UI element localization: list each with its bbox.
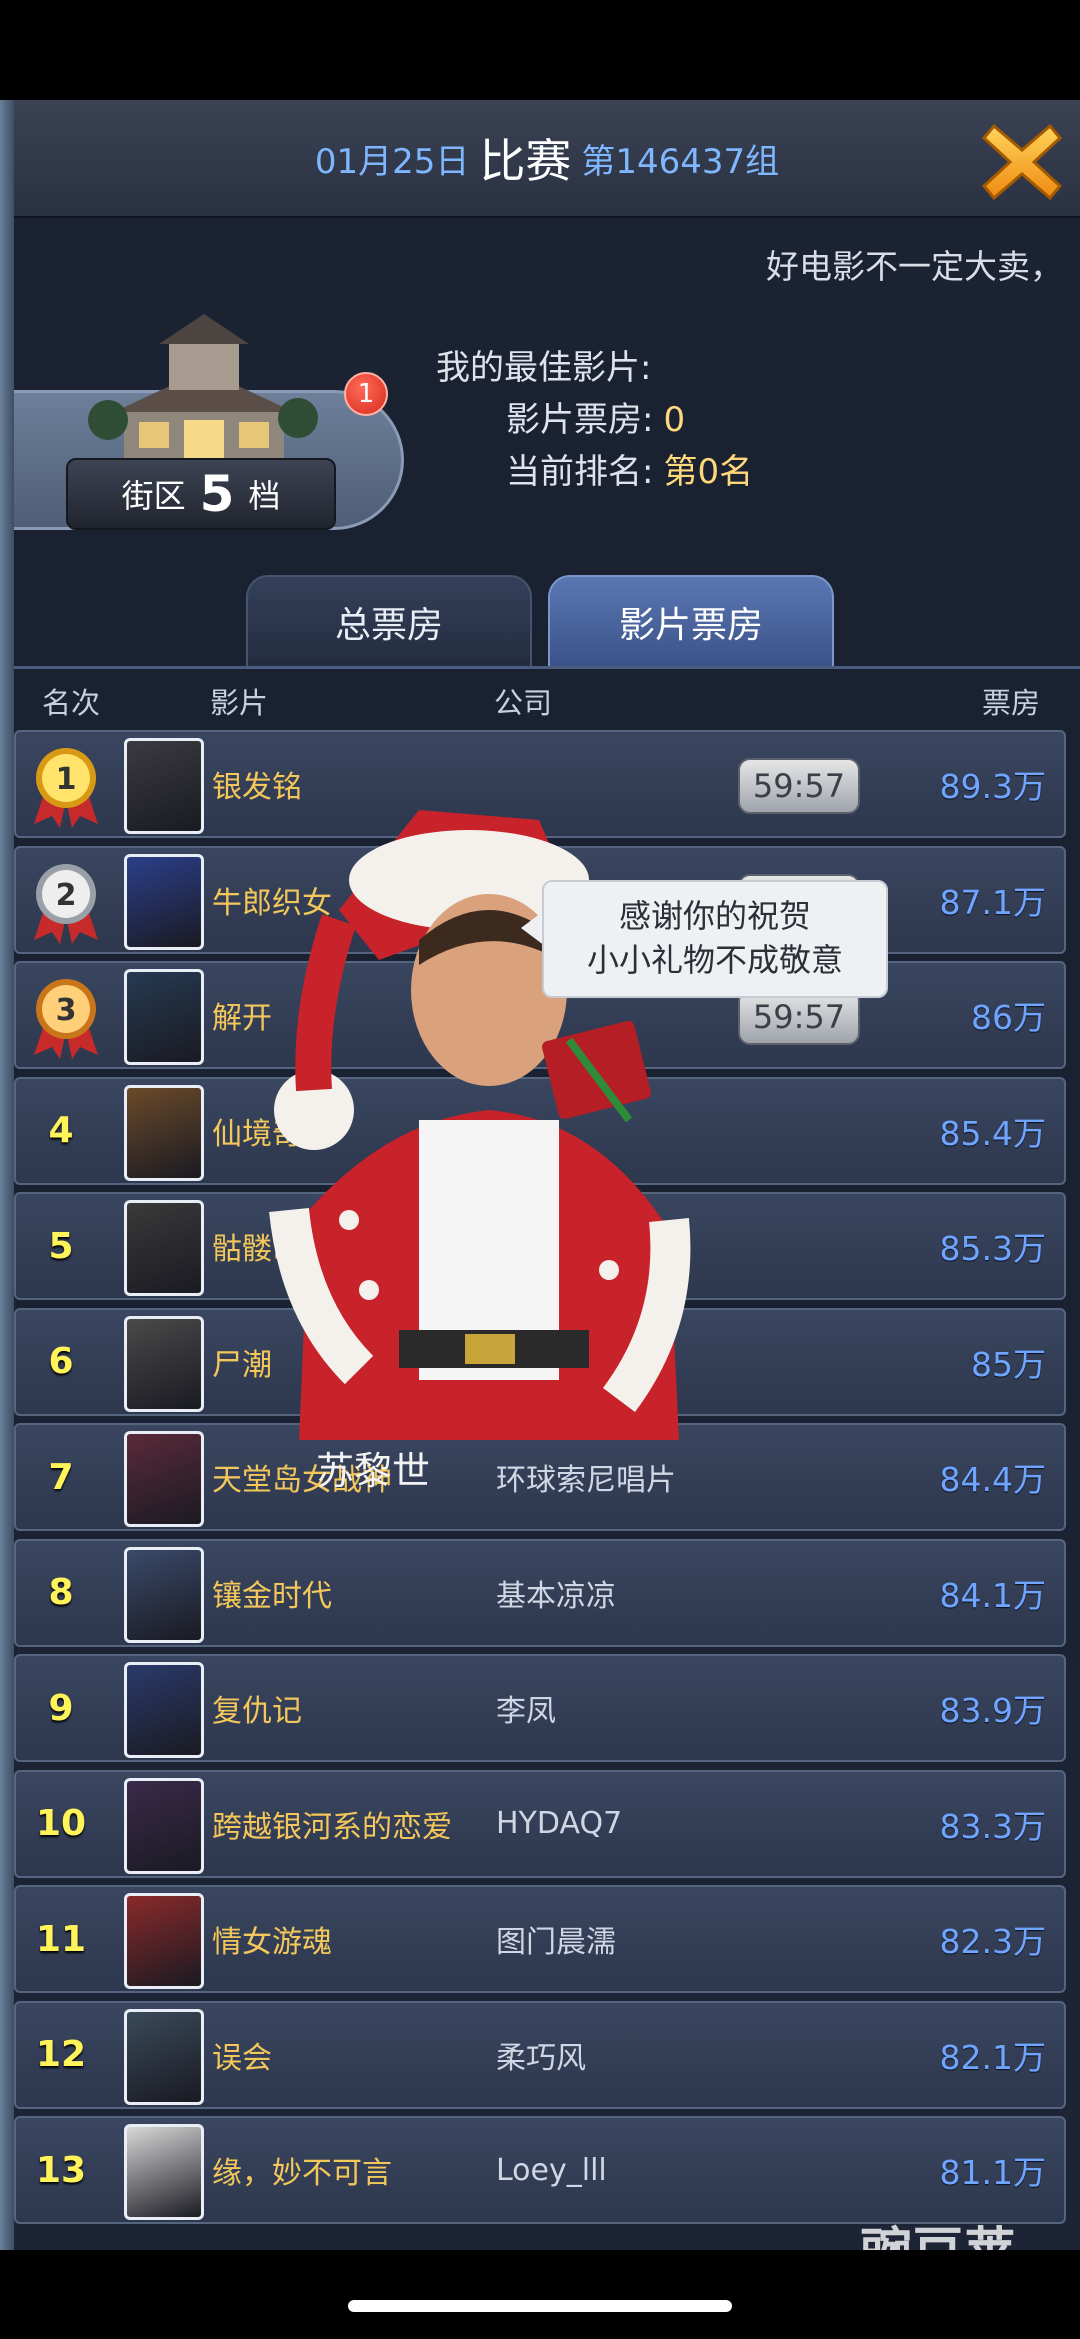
film-poster[interactable] bbox=[124, 1777, 204, 1874]
speech-bubble: 感谢你的祝贺 小小礼物不成敬意 bbox=[542, 880, 888, 998]
film-poster[interactable] bbox=[124, 1546, 204, 1643]
film-title: 解开 bbox=[212, 1001, 272, 1036]
film-title: 复仇记 bbox=[212, 1694, 302, 1729]
rank-number: 7 bbox=[48, 1456, 74, 1498]
box-office-value: 87.1万 bbox=[939, 882, 1046, 922]
box-office-value: 86万 bbox=[971, 998, 1046, 1037]
film-poster[interactable] bbox=[124, 1431, 204, 1527]
tab-film-box-office[interactable]: 影片票房 bbox=[548, 575, 834, 667]
table-row[interactable]: 10 跨越银河系的恋爱 HYDAQ7 83.3万 bbox=[14, 1769, 1066, 1878]
best-rank: 当前排名: 第0名 bbox=[506, 452, 754, 492]
box-office-value: 82.3万 bbox=[939, 1922, 1046, 1961]
table-row[interactable]: 13 缘，妙不可言 Loey_lll 81.1万 bbox=[14, 2116, 1066, 2224]
watermark-text: 豌豆荚 bbox=[860, 2210, 1016, 2250]
column-rank: 名次 bbox=[42, 686, 101, 720]
company-name: Loey_lll bbox=[496, 2152, 607, 2188]
film-title: 尸潮 bbox=[212, 1347, 272, 1383]
company-name: 柔巧风 bbox=[496, 2040, 586, 2076]
film-title: 情女游魂 bbox=[212, 1925, 332, 1960]
box-office-value: 85万 bbox=[971, 1344, 1046, 1384]
table-row[interactable]: 9 复仇记 李凤 83.9万 bbox=[14, 1654, 1066, 1762]
medal-3-icon: 3 bbox=[34, 979, 98, 1059]
tab-total-box-office[interactable]: 总票房 bbox=[246, 575, 532, 667]
match-group: 第146437组 bbox=[581, 141, 780, 182]
header-bar: 01月25日 比赛 第146437组 bbox=[14, 100, 1080, 218]
box-office-value: 83.9万 bbox=[939, 1691, 1046, 1730]
rank-number: 10 bbox=[35, 1803, 87, 1844]
match-title: 比赛 bbox=[479, 134, 572, 188]
status-area bbox=[0, 0, 1080, 100]
table-row[interactable]: 11 情女游魂 图门晨濡 82.3万 bbox=[14, 1885, 1066, 1993]
marquee-text: 好电影不一定大卖， bbox=[766, 247, 1063, 286]
rank-number: 6 bbox=[48, 1341, 74, 1382]
film-poster[interactable] bbox=[124, 969, 204, 1065]
rank-number: 11 bbox=[35, 1918, 87, 1960]
table-row[interactable]: 12 误会 柔巧风 82.1万 bbox=[14, 2000, 1066, 2109]
box-office-value: 89.3万 bbox=[939, 767, 1046, 806]
rank-number: 5 bbox=[48, 1225, 74, 1267]
close-icon[interactable] bbox=[980, 120, 1064, 204]
film-poster[interactable] bbox=[124, 738, 204, 834]
film-poster[interactable] bbox=[124, 1200, 204, 1296]
film-poster[interactable] bbox=[124, 1315, 204, 1412]
rank-number: 12 bbox=[35, 2034, 87, 2075]
company-name: 环球索尼唱片 bbox=[496, 1463, 676, 1498]
film-title: 误会 bbox=[212, 2040, 272, 2076]
match-date: 01月25日 bbox=[314, 141, 470, 182]
svg-text:2: 2 bbox=[56, 878, 77, 913]
column-company: 公司 bbox=[494, 686, 553, 720]
column-box-office: 票房 bbox=[982, 686, 1041, 720]
rank-number: 13 bbox=[35, 2149, 87, 2191]
film-poster[interactable] bbox=[124, 2008, 204, 2105]
film-poster[interactable] bbox=[124, 2124, 204, 2220]
home-indicator[interactable] bbox=[348, 2300, 732, 2312]
company-name: 基本凉凉 bbox=[496, 1578, 616, 1614]
film-title: 跨越银河系的恋爱 bbox=[212, 1809, 452, 1845]
box-office-value: 85.3万 bbox=[939, 1229, 1046, 1268]
rank-number: 4 bbox=[48, 1110, 74, 1151]
best-film-title: 我的最佳影片: bbox=[436, 348, 652, 388]
table-row[interactable]: 8 镶金时代 基本凉凉 84.1万 bbox=[14, 1538, 1066, 1647]
film-title: 缘，妙不可言 bbox=[212, 2156, 392, 2191]
svg-text:3: 3 bbox=[56, 993, 77, 1028]
box-office-value: 82.1万 bbox=[939, 2037, 1046, 2077]
district-level: 街区 5 档 bbox=[66, 458, 336, 530]
film-poster[interactable] bbox=[124, 1893, 204, 1989]
film-poster[interactable] bbox=[124, 1662, 204, 1758]
box-office-value: 81.1万 bbox=[939, 2153, 1046, 2192]
film-poster[interactable] bbox=[124, 853, 204, 950]
box-office-value: 84.4万 bbox=[939, 1460, 1046, 1499]
tab-divider bbox=[14, 666, 1080, 669]
medal-1-icon: 1 bbox=[34, 748, 98, 828]
svg-text:1: 1 bbox=[56, 762, 77, 797]
film-title: 镶金时代 bbox=[212, 1578, 332, 1614]
box-office-value: 84.1万 bbox=[939, 1575, 1046, 1615]
panel-left-edge bbox=[0, 100, 14, 2250]
film-poster[interactable] bbox=[124, 1084, 204, 1181]
medal-2-icon: 2 bbox=[34, 863, 98, 944]
company-name: 图门晨濡 bbox=[496, 1925, 616, 1960]
rank-number: 9 bbox=[48, 1687, 74, 1729]
rank-number: 8 bbox=[48, 1572, 74, 1613]
player-name: 苏黎世 bbox=[316, 1449, 431, 1493]
company-name: 李凤 bbox=[496, 1694, 556, 1729]
countdown-timer: 59:57 bbox=[738, 758, 860, 814]
company-name: HYDAQ7 bbox=[496, 1806, 623, 1841]
column-film: 影片 bbox=[210, 686, 269, 720]
box-office-value: 85.4万 bbox=[939, 1113, 1046, 1153]
ranking-panel: 01月25日 比赛 第146437组 好电影不一定大卖， 街区 5 档 1 我的… bbox=[14, 100, 1080, 2250]
box-office-value: 83.3万 bbox=[939, 1806, 1046, 1846]
notification-badge: 1 bbox=[344, 372, 388, 416]
best-box-office: 影片票房: 0 bbox=[506, 400, 686, 440]
